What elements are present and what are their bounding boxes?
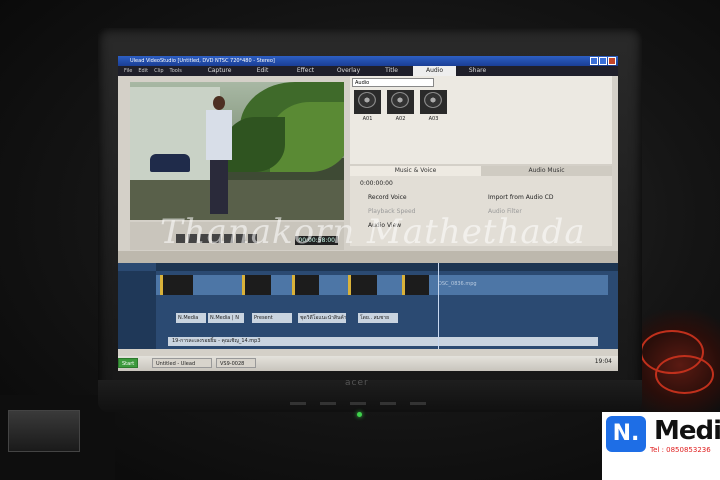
audio-thumb[interactable]: A03 [420, 90, 447, 122]
car [150, 154, 190, 172]
maximize-icon[interactable] [599, 57, 607, 65]
step-tabs: Capture Edit Effect Overlay Title Audio … [198, 66, 499, 76]
video-clip[interactable] [402, 275, 429, 295]
close-icon[interactable] [608, 57, 616, 65]
watermark: Thanakorn Mathethada [160, 212, 586, 252]
timeline-ruler [156, 263, 618, 271]
tab-music-voice[interactable]: Music & Voice [350, 166, 481, 176]
monitor-brand: acer [345, 378, 369, 388]
library-dropdown[interactable]: Audio [352, 78, 434, 87]
logo-name: Media [654, 416, 720, 446]
taskbar-item[interactable]: VS9-0028 [216, 358, 256, 368]
tab-audio-music[interactable]: Audio Music [481, 166, 612, 176]
title-clip[interactable]: ชุดวิดีโอแนะนำสินค้า [298, 313, 346, 323]
power-led-icon [357, 412, 362, 417]
title-clip[interactable]: Present [252, 313, 292, 323]
audio-thumb[interactable]: A02 [387, 90, 414, 122]
video-clip[interactable] [160, 275, 193, 295]
video-clip[interactable] [348, 275, 377, 295]
tab-audio[interactable]: Audio [413, 66, 456, 76]
tab-share[interactable]: Share [456, 66, 499, 76]
audio-thumb-label: A01 [362, 116, 373, 122]
audio-thumb-label: A03 [428, 116, 439, 122]
taskbar: Start Untitled - Ulead Video... VS9-0028… [118, 356, 618, 371]
logo: N. Media Tel : 0850853236 [602, 412, 720, 480]
music-track: 19-การละเลงรอยยิ้ม - คุณเชิญ_14.mp3 [156, 337, 608, 347]
timeline-cursor[interactable] [438, 263, 439, 349]
taskbar-clock: 19:04 [594, 358, 612, 365]
tab-edit[interactable]: Edit [241, 66, 284, 76]
menubar: File Edit Clip Tools Capture Edit Effect… [118, 66, 618, 76]
video-clip[interactable] [242, 275, 271, 295]
monitor-bezel [98, 380, 642, 412]
window-controls [590, 57, 616, 65]
title-clip[interactable]: N.Media | N [208, 313, 244, 323]
timeline: DSC_0836.mpg N.Media N.Media | N Present… [118, 263, 618, 349]
title-track: N.Media N.Media | N Present ชุดวิดีโอแนะ… [156, 313, 608, 325]
import-cd-button[interactable]: Import from Audio CD [488, 194, 553, 201]
tab-capture[interactable]: Capture [198, 66, 241, 76]
library-panel: Audio A01 A02 A03 [350, 76, 612, 164]
taskbar-item[interactable]: Untitled - Ulead Video... [152, 358, 212, 368]
audio-thumb-label: A02 [395, 116, 406, 122]
menu-tools[interactable]: Tools [170, 66, 182, 76]
video-clip[interactable] [292, 275, 319, 295]
minimize-icon[interactable] [590, 57, 598, 65]
record-voice-button[interactable]: Record Voice [368, 194, 407, 201]
window-titlebar: Ulead VideoStudio [Untitled, DVD NTSC 72… [118, 56, 618, 66]
audio-thumb[interactable]: A01 [354, 90, 381, 122]
monitor-buttons [290, 402, 426, 405]
video-track: DSC_0836.mpg [156, 275, 608, 295]
menu-edit[interactable]: Edit [138, 66, 148, 76]
track-icons [118, 271, 156, 349]
menu: File Edit Clip Tools [124, 66, 182, 76]
tab-title[interactable]: Title [370, 66, 413, 76]
preview-window [130, 82, 344, 220]
title-clip[interactable]: โดย.. สมชาย [358, 313, 398, 323]
music-clip[interactable]: 19-การละเลงรอยยิ้ม - คุณเชิญ_14.mp3 [168, 337, 598, 346]
video-clip-name: DSC_0836.mpg [438, 281, 477, 287]
title-clip[interactable]: N.Media [176, 313, 206, 323]
timeline-toolbar [118, 251, 618, 263]
tab-effect[interactable]: Effect [284, 66, 327, 76]
electronic-device [8, 410, 80, 452]
menu-clip[interactable]: Clip [154, 66, 163, 76]
logo-tel: Tel : 0850853236 [650, 446, 711, 454]
person [206, 96, 232, 214]
logo-mark: N. [606, 416, 646, 452]
menu-file[interactable]: File [124, 66, 132, 76]
tab-overlay[interactable]: Overlay [327, 66, 370, 76]
start-button[interactable]: Start [118, 358, 139, 368]
options-timecode[interactable]: 0:00:00:00 [360, 180, 393, 187]
window-title: Ulead VideoStudio [Untitled, DVD NTSC 72… [130, 58, 275, 64]
